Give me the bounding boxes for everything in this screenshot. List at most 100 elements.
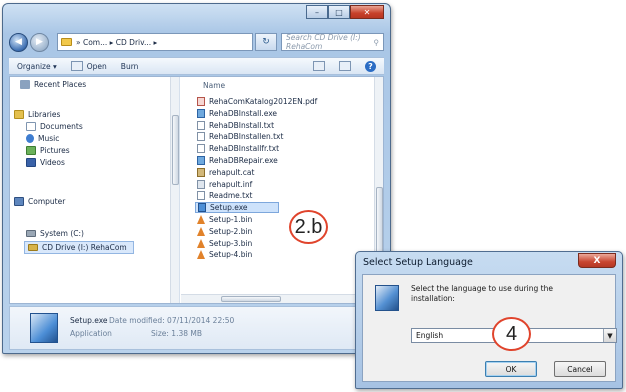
file-name: RehaDBInstall.exe bbox=[209, 108, 278, 118]
explorer-window: – □ ✕ ◀ ▶ » Com... ▸ CD Driv... ▸ ↻ Sear… bbox=[2, 3, 391, 354]
file-row[interactable]: Readme.txt bbox=[197, 190, 252, 201]
music-icon bbox=[26, 134, 34, 143]
file-name: RehaComKatalog2012EN.pdf bbox=[209, 97, 318, 106]
file-name: Setup-3.bin bbox=[209, 238, 253, 248]
nav-item-label: Pictures bbox=[40, 146, 70, 155]
open-button[interactable]: Open bbox=[70, 61, 107, 71]
nav-item-label: Music bbox=[38, 134, 60, 143]
file-name: rehapult.inf bbox=[209, 179, 253, 189]
file-row[interactable]: rehapult.cat bbox=[197, 167, 254, 178]
breadcrumb[interactable]: » Com... ▸ CD Driv... ▸ bbox=[76, 38, 157, 47]
file-name: RehaDBInstallen.txt bbox=[209, 132, 284, 142]
file-name: Setup-2.bin bbox=[209, 226, 253, 236]
organize-menu[interactable]: Organize ▾ bbox=[17, 62, 57, 71]
setup-file-icon bbox=[198, 203, 206, 213]
chevron-down-icon[interactable]: ▼ bbox=[603, 329, 616, 342]
file-row[interactable]: Setup-1.bin bbox=[197, 214, 252, 225]
horizontal-scrollbar[interactable] bbox=[181, 294, 383, 303]
back-arrow-icon: ◀ bbox=[15, 37, 22, 47]
preview-pane-icon[interactable] bbox=[339, 61, 351, 71]
file-row[interactable]: RehaDBInstall.txt bbox=[197, 120, 274, 131]
nav-item-documents[interactable]: Documents bbox=[26, 122, 83, 131]
txt-file-icon bbox=[197, 191, 205, 201]
help-icon[interactable]: ? bbox=[365, 60, 376, 72]
nav-item-libraries[interactable]: Libraries bbox=[14, 110, 60, 119]
address-bar[interactable]: » Com... ▸ CD Driv... ▸ bbox=[57, 33, 253, 51]
refresh-button[interactable]: ↻ bbox=[255, 33, 277, 51]
file-name: RehaDBRepair.exe bbox=[209, 156, 278, 165]
documents-icon bbox=[26, 122, 36, 131]
file-row[interactable]: RehaDBInstall.exe bbox=[197, 108, 277, 119]
nav-item-label: System (C:) bbox=[40, 229, 84, 238]
close-button[interactable]: ✕ bbox=[350, 5, 384, 19]
nav-item-label: Documents bbox=[40, 122, 83, 131]
cancel-button[interactable]: Cancel bbox=[554, 361, 606, 377]
libraries-icon bbox=[14, 110, 24, 119]
back-button[interactable]: ◀ bbox=[9, 32, 28, 52]
inf-file-icon bbox=[197, 179, 205, 189]
details-filename: Setup.exe bbox=[70, 316, 108, 325]
details-type: Application bbox=[70, 329, 112, 338]
column-header-name[interactable]: Name bbox=[203, 81, 225, 90]
nav-item-recent-places[interactable]: Recent Places bbox=[20, 80, 86, 89]
dialog-title: Select Setup Language bbox=[363, 257, 473, 268]
txt-file-icon bbox=[197, 132, 205, 142]
navigation-pane: Recent Places Libraries Documents Music … bbox=[10, 77, 180, 303]
file-row[interactable]: RehaDBInstallen.txt bbox=[197, 131, 283, 142]
file-row[interactable]: RehaDBInstallfr.txt bbox=[197, 143, 279, 154]
nav-item-label: Computer bbox=[28, 197, 66, 206]
search-icon: ⚲ bbox=[373, 37, 380, 47]
horizontal-scrollbar-thumb[interactable] bbox=[221, 296, 281, 302]
file-name: Readme.txt bbox=[209, 191, 253, 201]
nav-item-videos[interactable]: Videos bbox=[26, 158, 65, 167]
ok-button[interactable]: OK bbox=[485, 361, 537, 377]
file-row[interactable]: rehapult.inf bbox=[197, 179, 252, 190]
bin-file-icon bbox=[197, 226, 205, 236]
nav-item-music[interactable]: Music bbox=[26, 134, 59, 143]
file-row[interactable]: RehaDBRepair.exe bbox=[197, 155, 278, 166]
file-list-scrollbar-thumb[interactable] bbox=[376, 187, 383, 257]
exe-file-icon bbox=[197, 108, 205, 118]
nav-pane-scrollbar-thumb[interactable] bbox=[172, 115, 179, 185]
txt-file-icon bbox=[197, 120, 205, 130]
bin-file-icon bbox=[197, 215, 205, 224]
bin-file-icon bbox=[197, 238, 205, 248]
nav-item-computer[interactable]: Computer bbox=[14, 197, 65, 206]
open-icon bbox=[70, 61, 83, 71]
navigation-bar: ◀ ▶ » Com... ▸ CD Driv... ▸ ↻ Search CD … bbox=[9, 31, 384, 53]
file-row[interactable]: RehaComKatalog2012EN.pdf bbox=[197, 96, 317, 107]
minimize-button[interactable]: – bbox=[306, 5, 328, 19]
cat-file-icon bbox=[197, 167, 205, 177]
file-list: Name RehaComKatalog2012EN.pdf RehaDBInsta… bbox=[181, 77, 383, 303]
nav-item-label: Videos bbox=[40, 158, 65, 167]
nav-item-pictures[interactable]: Pictures bbox=[26, 146, 70, 155]
nav-item-cd-drive[interactable]: CD Drive (I:) RehaCom bbox=[24, 241, 134, 254]
forward-button[interactable]: ▶ bbox=[30, 32, 49, 52]
dialog-message: Select the language to use during the in… bbox=[411, 284, 553, 303]
file-row-selected[interactable]: Setup.exe bbox=[195, 202, 279, 214]
file-name: RehaDBInstall.txt bbox=[209, 120, 275, 130]
file-row[interactable]: Setup-4.bin bbox=[197, 249, 252, 260]
file-row[interactable]: Setup-2.bin bbox=[197, 226, 252, 237]
nav-item-label: Libraries bbox=[28, 110, 61, 119]
file-name: rehapult.cat bbox=[209, 167, 255, 177]
file-row[interactable]: Setup-3.bin bbox=[197, 238, 252, 249]
nav-item-label: Recent Places bbox=[34, 80, 87, 89]
computer-icon bbox=[14, 197, 24, 206]
txt-file-icon bbox=[197, 144, 205, 154]
command-bar: Organize ▾ Open Burn ? bbox=[9, 57, 384, 75]
exe-file-icon bbox=[197, 156, 205, 165]
view-options-icon[interactable] bbox=[313, 61, 325, 71]
forward-arrow-icon: ▶ bbox=[36, 37, 43, 47]
details-pane: Setup.exe Date modified: 07/11/2014 22:5… bbox=[9, 306, 384, 350]
window-controls: – □ ✕ bbox=[306, 5, 384, 19]
search-input[interactable]: Search CD Drive (I:) RehaCom ⚲ bbox=[281, 33, 384, 51]
file-name: Setup-1.bin bbox=[209, 215, 253, 224]
maximize-button[interactable]: □ bbox=[328, 5, 350, 19]
dialog-close-button[interactable]: X bbox=[578, 253, 616, 268]
setup-application-icon bbox=[30, 313, 58, 343]
nav-pane-scrollbar[interactable] bbox=[170, 77, 179, 303]
nav-item-system-drive[interactable]: System (C:) bbox=[26, 229, 84, 238]
setup-icon bbox=[375, 285, 399, 311]
burn-button[interactable]: Burn bbox=[121, 62, 139, 71]
